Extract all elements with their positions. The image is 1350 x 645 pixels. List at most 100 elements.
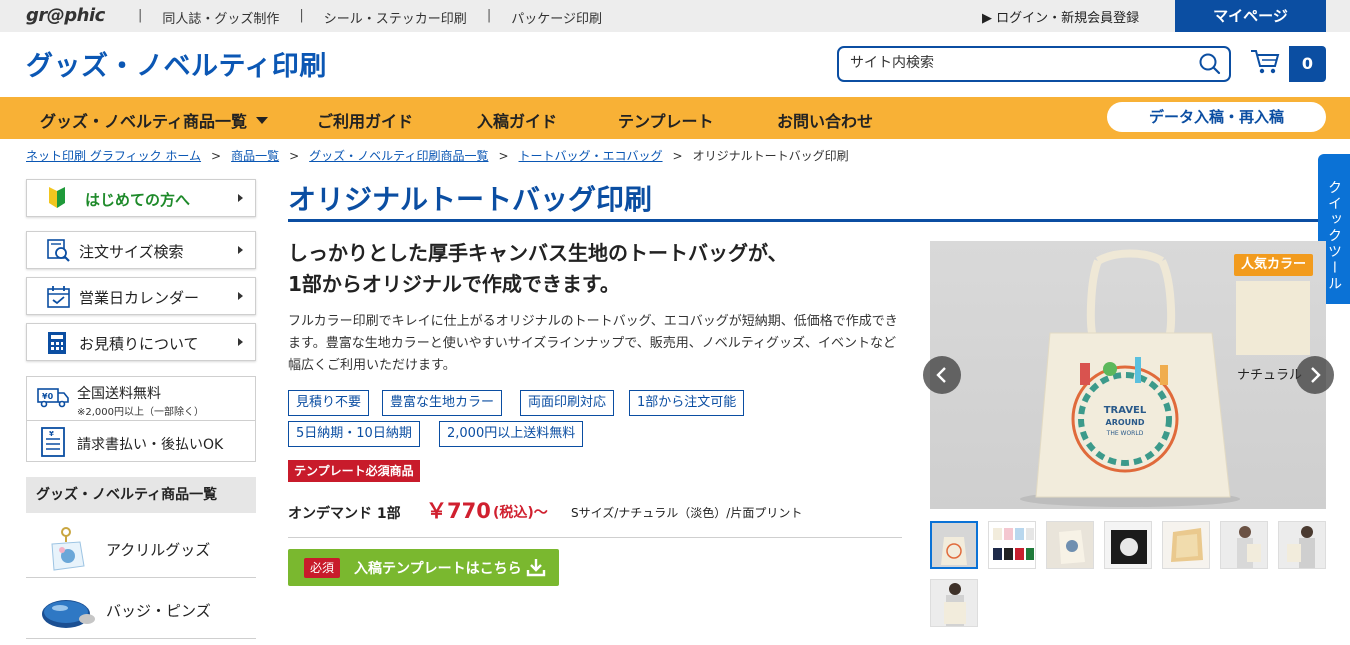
- top-bar: gr@phic | 同人誌・グッズ制作 | シール・ステッカー印刷 | パッケー…: [0, 0, 1350, 32]
- login-link[interactable]: ▶ ログイン・新規会員登録: [982, 7, 1139, 26]
- breadcrumb-totebag[interactable]: トートバッグ・エコバッグ: [519, 149, 663, 163]
- price-tax: (税込)～: [493, 505, 548, 521]
- lead-text: しっかりとした厚手キャンバス生地のトートバッグが、 1部からオリジナルで作成でき…: [288, 238, 788, 300]
- search-input[interactable]: [850, 55, 1190, 71]
- gallery-thumbnail[interactable]: [930, 579, 978, 627]
- category-acrylic[interactable]: アクリルグッズ: [26, 518, 256, 578]
- graphic-logo[interactable]: gr@phic: [26, 5, 105, 26]
- top-nav-doujinshi[interactable]: 同人誌・グッズ制作: [162, 8, 279, 27]
- invoice-icon: ¥: [41, 427, 65, 461]
- sidebar-beginner-button[interactable]: はじめての方へ: [26, 179, 256, 217]
- acrylic-keychain-image: [40, 524, 98, 578]
- service-info-box: ¥0 全国送料無料 ※2,000円以上（一部除く） ¥ 請求書払い・後払いOK: [26, 376, 256, 462]
- feature-tag: 1部から注文可能: [629, 390, 745, 416]
- search-box: [837, 46, 1231, 82]
- gallery-next-button[interactable]: [1296, 356, 1334, 394]
- feature-tag: 2,000円以上送料無料: [439, 421, 584, 447]
- gallery-thumbnail[interactable]: [1278, 521, 1326, 569]
- nav-template[interactable]: テンプレート: [618, 108, 714, 132]
- breadcrumb-separator: >: [211, 149, 222, 163]
- feature-tag: 5日納期・10日納期: [288, 421, 420, 447]
- chevron-right-icon: [238, 292, 243, 300]
- breadcrumb: ネット印刷 グラフィック ホーム > 商品一覧 > グッズ・ノベルティ印刷商品一覧 > トー…: [26, 147, 849, 164]
- chevron-right-icon: [1311, 367, 1321, 383]
- category-badge-label: バッジ・ピンズ: [106, 602, 211, 620]
- sidebar-calendar-button[interactable]: 営業日カレンダー: [26, 277, 256, 315]
- sidebar-estimate-label: お見積りについて: [79, 335, 199, 353]
- chevron-down-icon: [256, 117, 269, 124]
- feature-tag: 豊富な生地カラー: [382, 390, 503, 416]
- template-download-button[interactable]: 必須 入稿テンプレートはこちら: [288, 549, 559, 586]
- nav-product-list-label: グッズ・ノベルティ商品一覧: [40, 112, 248, 131]
- lead-line-2: 1部からオリジナルで作成できます。: [288, 272, 620, 296]
- sidebar-beginner-label: はじめての方へ: [85, 191, 191, 209]
- divider: |: [486, 8, 492, 23]
- chevron-right-icon: [238, 246, 243, 254]
- nav-guide[interactable]: ご利用ガイド: [317, 108, 413, 132]
- feature-tag: 見積り不要: [288, 390, 370, 416]
- nav-upload-guide[interactable]: 入稿ガイド: [477, 108, 557, 132]
- free-shipping-title: 全国送料無料: [77, 386, 161, 402]
- price-row: オンデマンド 1部 ￥770 (税込)～ Sサイズ/ナチュラル（淡色）/片面プリ…: [288, 495, 902, 538]
- price-spec: Sサイズ/ナチュラル（淡色）/片面プリント: [571, 506, 803, 520]
- bag-print-text-3: THE WORLD: [1106, 430, 1144, 437]
- breadcrumb-separator: >: [498, 149, 509, 163]
- breadcrumb-goods[interactable]: グッズ・ノベルティ印刷商品一覧: [309, 149, 488, 163]
- color-swatch[interactable]: [1236, 281, 1310, 355]
- template-required-badge: テンプレート必須商品: [288, 460, 420, 482]
- free-shipping-note: ※2,000円以上（一部除く）: [77, 407, 205, 418]
- sidebar-size-search-label: 注文サイズ検索: [79, 243, 184, 261]
- beginner-leaf-icon: [47, 187, 67, 213]
- price-amount: ￥770: [426, 499, 491, 523]
- feature-tag: 両面印刷対応: [520, 390, 615, 416]
- data-upload-button[interactable]: データ入稿・再入稿: [1107, 102, 1326, 132]
- cart-count-badge[interactable]: 0: [1289, 46, 1326, 82]
- gallery-prev-button[interactable]: [923, 356, 961, 394]
- price-label: オンデマンド 1部: [288, 506, 401, 522]
- download-icon: [526, 557, 546, 581]
- category-heading: グッズ・ノベルティ商品一覧: [26, 477, 256, 513]
- sidebar-size-search-button[interactable]: 注文サイズ検索: [26, 231, 256, 269]
- calendar-icon: [47, 285, 71, 313]
- svg-text:¥0: ¥0: [42, 392, 54, 401]
- calculator-icon: [47, 331, 67, 359]
- invoice-row[interactable]: ¥ 請求書払い・後払いOK: [27, 420, 255, 463]
- bag-print-text-2: AROUND: [1106, 418, 1145, 427]
- required-badge: 必須: [304, 558, 341, 578]
- top-nav-sticker[interactable]: シール・ステッカー印刷: [324, 8, 467, 27]
- sidebar-estimate-button[interactable]: お見積りについて: [26, 323, 256, 361]
- top-nav: | 同人誌・グッズ制作 | シール・ステッカー印刷 | パッケージ印刷: [138, 8, 602, 27]
- breadcrumb-products[interactable]: 商品一覧: [231, 149, 279, 163]
- free-shipping-row[interactable]: ¥0 全国送料無料 ※2,000円以上（一部除く）: [27, 377, 255, 420]
- template-download-label: 入稿テンプレートはこちら: [354, 561, 522, 577]
- nav-contact[interactable]: お問い合わせ: [777, 108, 873, 132]
- badge-image: [40, 585, 98, 639]
- divider: |: [299, 8, 304, 23]
- bag-print-text-1: TRAVEL: [1104, 405, 1147, 416]
- cart-icon[interactable]: [1250, 48, 1280, 80]
- chevron-left-icon: [936, 367, 946, 383]
- gallery-thumbnail[interactable]: [1220, 521, 1268, 569]
- page-title: オリジナルトートバッグ印刷: [288, 178, 1318, 222]
- svg-text:¥: ¥: [49, 430, 54, 438]
- gallery-thumbnail[interactable]: [930, 521, 978, 569]
- breadcrumb-separator: >: [289, 149, 300, 163]
- gallery-thumbnail[interactable]: [1046, 521, 1094, 569]
- product-description: フルカラー印刷でキレイに仕上がるオリジナルのトートバッグ、エコバッグが短納期、低…: [288, 314, 898, 373]
- category-badge[interactable]: バッジ・ピンズ: [26, 579, 256, 639]
- gallery-thumbnail[interactable]: [988, 521, 1036, 569]
- nav-product-list[interactable]: グッズ・ノベルティ商品一覧: [40, 108, 269, 132]
- color-swatch-label: ナチュラル: [1237, 368, 1303, 383]
- search-icon[interactable]: [1199, 53, 1221, 79]
- lead-line-1: しっかりとした厚手キャンバス生地のトートバッグが、: [288, 241, 788, 265]
- divider: |: [138, 8, 143, 23]
- gallery-thumbnail[interactable]: [1162, 521, 1210, 569]
- breadcrumb-home[interactable]: ネット印刷 グラフィック ホーム: [26, 149, 201, 163]
- site-title[interactable]: グッズ・ノベルティ印刷: [26, 44, 327, 83]
- sidebar-calendar-label: 営業日カレンダー: [79, 289, 200, 307]
- gallery-thumbnail[interactable]: [1104, 521, 1152, 569]
- chevron-right-icon: [238, 194, 243, 202]
- category-acrylic-label: アクリルグッズ: [106, 541, 211, 559]
- mypage-button[interactable]: マイページ: [1175, 0, 1326, 32]
- top-nav-package[interactable]: パッケージ印刷: [511, 8, 602, 27]
